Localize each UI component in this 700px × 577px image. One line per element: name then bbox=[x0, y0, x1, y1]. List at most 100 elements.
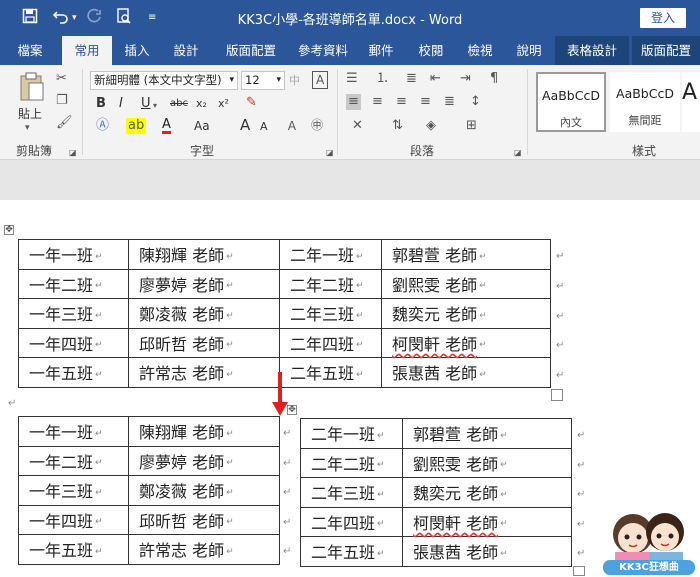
teacher-cell[interactable]: 郭碧萱 老師 ↵ bbox=[381, 239, 551, 270]
tab-file[interactable]: 檔案 bbox=[8, 36, 52, 65]
teacher-cell[interactable]: 廖夢婷 老師 ↵ bbox=[128, 445, 280, 476]
numbering-icon[interactable]: ⒈ bbox=[376, 71, 389, 87]
teacher-cell[interactable]: 張惠茜 老師 ↵ bbox=[381, 357, 551, 388]
tab-references[interactable]: 參考資料 bbox=[291, 36, 355, 65]
style-no-spacing[interactable]: AaBbCcD 無間距 bbox=[610, 72, 680, 132]
class-cell[interactable]: 一年五班 ↵ bbox=[18, 534, 129, 565]
tab-home[interactable]: 常用 bbox=[62, 36, 112, 65]
class-cell[interactable]: 一年二班 ↵ bbox=[18, 445, 129, 476]
clear-formatting-icon[interactable]: ✎ bbox=[246, 95, 257, 111]
class-cell[interactable]: 二年一班 ↵ bbox=[279, 239, 382, 270]
copy-icon[interactable]: ❐ bbox=[56, 93, 68, 109]
table-move-handle[interactable]: ✥ bbox=[287, 405, 297, 415]
font-name-select[interactable]: 新細明體 (本文中文字型) ▾ bbox=[90, 71, 238, 90]
decrease-indent-icon[interactable]: ⇤ bbox=[430, 71, 441, 87]
tab-review[interactable]: 校閱 bbox=[408, 36, 454, 65]
teacher-cell[interactable]: 陳翔輝 老師 ↵ bbox=[128, 239, 280, 270]
line-spacing-icon[interactable]: ↕ bbox=[470, 94, 481, 110]
font-color-icon[interactable]: A bbox=[162, 118, 171, 134]
tab-layout[interactable]: 版面配置 bbox=[214, 36, 288, 65]
teacher-cell[interactable]: 劉熙雯 老師 ↵ bbox=[402, 447, 572, 478]
class-cell[interactable]: 二年二班 ↵ bbox=[300, 447, 403, 478]
sign-in-button[interactable]: 登入 bbox=[640, 8, 686, 28]
teacher-cell[interactable]: 邱昕哲 老師 ↵ bbox=[128, 504, 280, 535]
class-cell[interactable]: 二年二班 ↵ bbox=[279, 268, 382, 299]
teacher-cell[interactable]: 鄭凌薇 老師 ↵ bbox=[128, 475, 280, 506]
class-cell[interactable]: 一年五班 ↵ bbox=[18, 357, 129, 388]
class-cell[interactable]: 一年三班 ↵ bbox=[18, 475, 129, 506]
teacher-cell[interactable]: 邱昕哲 老師 ↵ bbox=[128, 327, 280, 358]
class-cell[interactable]: 二年五班 ↵ bbox=[279, 357, 382, 388]
highlight-color-icon[interactable]: ab bbox=[126, 118, 147, 134]
paste-dropdown-icon[interactable]: ▾ bbox=[25, 120, 30, 136]
teacher-cell[interactable]: 魏奕元 老師 ↵ bbox=[381, 298, 551, 329]
class-cell[interactable]: 二年四班 ↵ bbox=[300, 506, 403, 537]
teacher-cell[interactable]: 陳翔輝 老師 ↵ bbox=[128, 416, 280, 447]
bold-button[interactable]: B bbox=[96, 96, 106, 112]
borders-icon[interactable]: ⊞ bbox=[466, 118, 477, 134]
sort-icon[interactable]: ⇅ bbox=[392, 118, 403, 134]
class-cell[interactable]: 二年五班 ↵ bbox=[300, 536, 403, 567]
class-cell[interactable]: 二年三班 ↵ bbox=[279, 298, 382, 329]
grow-font-button[interactable]: A bbox=[240, 117, 250, 133]
teacher-cell[interactable]: 郭碧萱 老師 ↵ bbox=[402, 418, 572, 449]
class-cell[interactable]: 二年四班 ↵ bbox=[279, 327, 382, 358]
class-cell[interactable]: 二年一班 ↵ bbox=[300, 418, 403, 449]
paste-icon[interactable] bbox=[18, 71, 46, 108]
clipboard-launcher-icon[interactable]: ◪ bbox=[69, 145, 77, 161]
justify-icon[interactable]: ≡ bbox=[420, 94, 431, 110]
align-left-icon[interactable]: ≡ bbox=[346, 94, 361, 110]
teacher-cell[interactable]: 柯閔軒 老師 ↵ bbox=[381, 327, 551, 358]
teacher-cell[interactable]: 許常志 老師 ↵ bbox=[128, 357, 280, 388]
paragraph-launcher-icon[interactable]: ◪ bbox=[514, 145, 522, 161]
tab-table-design[interactable]: 表格設計 bbox=[555, 36, 629, 65]
align-right-icon[interactable]: ≡ bbox=[396, 94, 407, 110]
teacher-cell[interactable]: 劉熙雯 老師 ↵ bbox=[381, 268, 551, 299]
teacher-cell[interactable]: 魏奕元 老師 ↵ bbox=[402, 477, 572, 508]
shading-icon[interactable]: ◈ bbox=[426, 118, 436, 134]
teacher-cell[interactable]: 柯閔軒 老師 ↵ bbox=[402, 506, 572, 537]
strikethrough-button[interactable]: abc bbox=[170, 96, 188, 112]
asian-layout-icon[interactable]: ✕ bbox=[352, 118, 363, 134]
phonetic-guide-icon[interactable]: 中 bbox=[289, 73, 300, 89]
change-case-button[interactable]: Aa bbox=[194, 118, 210, 134]
tab-help[interactable]: 說明 bbox=[506, 36, 552, 65]
superscript-button[interactable]: x² bbox=[218, 96, 229, 112]
bullets-icon[interactable]: ☰ bbox=[346, 71, 358, 87]
align-center-icon[interactable]: ≡ bbox=[372, 94, 383, 110]
tab-insert[interactable]: 插入 bbox=[114, 36, 160, 65]
text-effects-icon[interactable]: Ⓐ bbox=[96, 118, 109, 134]
table-resize-handle[interactable] bbox=[551, 389, 563, 401]
class-cell[interactable]: 一年一班 ↵ bbox=[18, 239, 129, 270]
underline-dropdown-icon[interactable]: ▾ bbox=[153, 98, 157, 114]
distributed-icon[interactable]: ≣ bbox=[444, 94, 455, 110]
paste-label[interactable]: 貼上 bbox=[18, 106, 42, 122]
subscript-button[interactable]: x₂ bbox=[196, 96, 207, 112]
tab-view[interactable]: 檢視 bbox=[457, 36, 503, 65]
style-heading[interactable]: A bbox=[682, 72, 700, 132]
tab-design[interactable]: 設計 bbox=[163, 36, 209, 65]
cut-icon[interactable]: ✂ bbox=[56, 71, 67, 87]
italic-button[interactable]: I bbox=[119, 96, 123, 112]
tab-mailings[interactable]: 郵件 bbox=[358, 36, 404, 65]
class-cell[interactable]: 一年二班 ↵ bbox=[18, 268, 129, 299]
multilevel-list-icon[interactable]: ≣ bbox=[406, 71, 417, 87]
class-cell[interactable]: 一年一班 ↵ bbox=[18, 416, 129, 447]
class-cell[interactable]: 一年四班 ↵ bbox=[18, 327, 129, 358]
class-cell[interactable]: 一年四班 ↵ bbox=[18, 504, 129, 535]
shrink-font-button[interactable]: A bbox=[260, 119, 268, 135]
class-cell[interactable]: 一年三班 ↵ bbox=[18, 298, 129, 329]
show-marks-icon[interactable]: ¶ bbox=[490, 71, 498, 87]
tab-table-layout[interactable]: 版面配置 bbox=[632, 36, 700, 65]
underline-button[interactable]: U bbox=[141, 96, 151, 112]
class-cell[interactable]: 二年三班 ↵ bbox=[300, 477, 403, 508]
style-normal[interactable]: AaBbCcD 內文 bbox=[536, 72, 606, 132]
increase-indent-icon[interactable]: ⇥ bbox=[460, 71, 471, 87]
font-size-select[interactable]: 12 ▾ bbox=[241, 71, 285, 90]
format-painter-icon[interactable]: 🖌 bbox=[56, 115, 73, 131]
char-border-icon[interactable]: A bbox=[312, 71, 329, 89]
teacher-cell[interactable]: 鄭凌薇 老師 ↵ bbox=[128, 298, 280, 329]
char-shading-icon[interactable]: Ａ bbox=[286, 118, 298, 134]
teacher-cell[interactable]: 許常志 老師 ↵ bbox=[128, 534, 280, 565]
font-launcher-icon[interactable]: ◪ bbox=[326, 145, 334, 161]
